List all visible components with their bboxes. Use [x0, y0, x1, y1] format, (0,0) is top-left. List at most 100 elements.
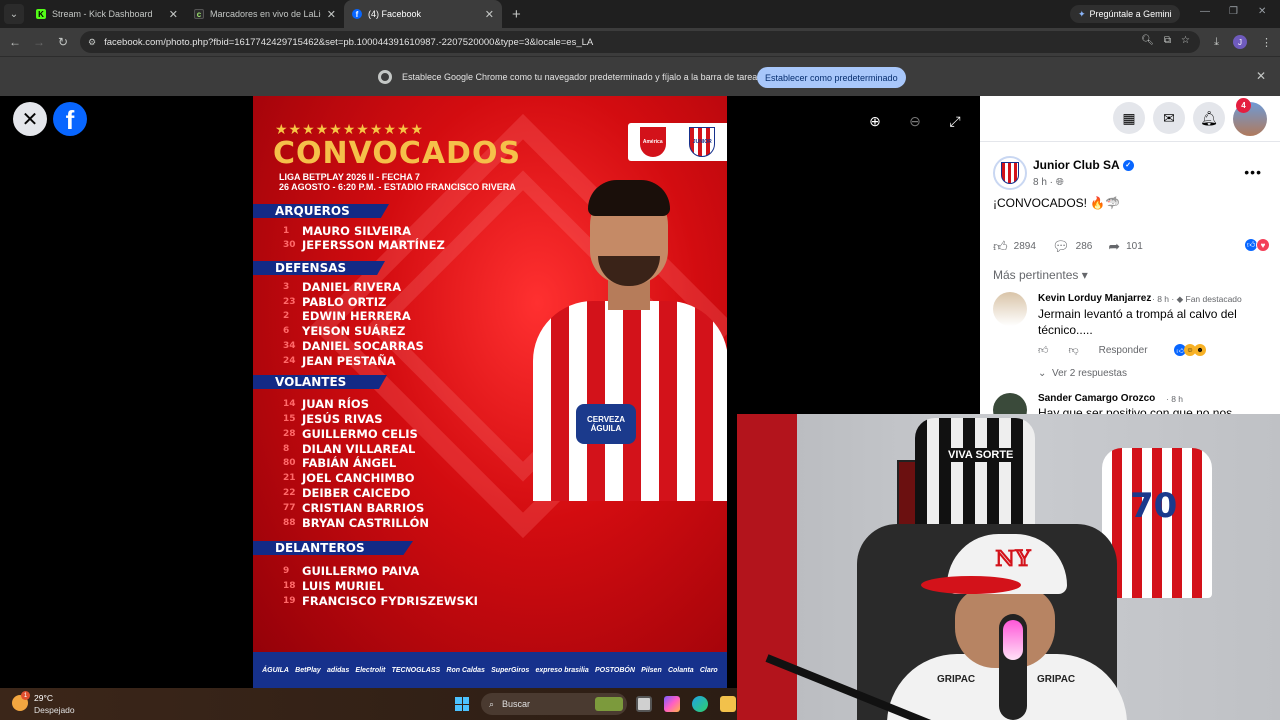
- search-placeholder: Buscar: [502, 699, 531, 709]
- comment-time[interactable]: 8 h: [1171, 394, 1183, 404]
- player-name: CRISTIAN BARRIOS: [302, 500, 425, 515]
- restore-button[interactable]: ❐: [1229, 6, 1238, 17]
- set-default-button[interactable]: Establecer como predeterminado: [757, 67, 906, 88]
- profile-avatar[interactable]: J: [1233, 35, 1247, 49]
- weather-condition[interactable]: Despejado: [34, 705, 75, 715]
- edge-icon[interactable]: [692, 696, 708, 712]
- filter-label[interactable]: Más pertinentes: [993, 268, 1078, 282]
- chevron-down-icon: ⌄: [1038, 368, 1047, 379]
- like-button[interactable]: 👍︎ 2894: [993, 238, 1036, 255]
- messenger-button[interactable]: ✉: [1153, 102, 1185, 134]
- comment-filter[interactable]: Más pertinentes ▾: [993, 268, 1088, 282]
- comment-dislike-icon[interactable]: 👎︎: [1068, 344, 1078, 356]
- comment-reactions[interactable]: 👍︎ ☺ ☻: [1174, 344, 1206, 356]
- sponsor-logo: Electrolit: [355, 666, 386, 674]
- player-number: 30: [283, 239, 296, 250]
- page-avatar[interactable]: [993, 156, 1027, 190]
- reply-button[interactable]: Responder: [1099, 345, 1148, 356]
- sponsor-logo: TECNOGLASS: [391, 666, 441, 674]
- comment-meta: · 8 h · ◆ Fan destacado: [1152, 294, 1242, 304]
- copilot-icon[interactable]: [664, 696, 680, 712]
- post-stats: 👍︎ 2894 💬︎ 286 ➦ 101: [993, 238, 1267, 254]
- cap: ℕ𝕐: [921, 534, 1067, 594]
- post-timestamp[interactable]: 8 h: [1033, 177, 1047, 188]
- player-name: BRYAN CASTRILLÓN: [302, 515, 429, 530]
- comment-author[interactable]: Sander Camargo Orozco: [1038, 393, 1155, 404]
- tab-kick[interactable]: K Stream - Kick Dashboard ✕: [28, 0, 186, 28]
- close-tab-icon[interactable]: ✕: [485, 8, 494, 21]
- comment-author[interactable]: Kevin Lorduy Manjarrez: [1038, 293, 1151, 304]
- comment-actions: 👍︎ 👎︎ Responder: [1038, 344, 1148, 357]
- jersey-sponsor: VIVA SORTE: [945, 448, 1017, 462]
- hanging-jersey-left: VIVA SORTE: [915, 418, 1035, 528]
- notifications-button[interactable]: 🔔︎: [1193, 102, 1225, 134]
- expand-icon: ⤢: [949, 112, 961, 129]
- file-explorer-icon[interactable]: [720, 696, 736, 712]
- chrome-icon: [378, 70, 392, 84]
- address-bar[interactable]: ⚙ facebook.com/photo.php?fbid=1617742429…: [80, 31, 1200, 53]
- shirt-sponsor: GRIPAC: [1037, 674, 1076, 685]
- comment-like-icon[interactable]: 👍︎: [1038, 344, 1048, 356]
- player-number: 3: [283, 281, 290, 292]
- task-view-icon[interactable]: [636, 696, 652, 712]
- commenter-avatar[interactable]: [993, 292, 1027, 326]
- poster-title: CONVOCADOS: [273, 136, 522, 171]
- comment-time[interactable]: 8 h: [1157, 294, 1169, 304]
- verified-icon: ✓: [1122, 160, 1134, 172]
- grid-menu-icon: ▦: [1122, 109, 1136, 126]
- tab-search-button[interactable]: ⌄: [4, 4, 24, 24]
- post-time[interactable]: 8 h · 🌐︎: [1033, 177, 1064, 188]
- taskbar-search[interactable]: ⌕ Buscar: [481, 693, 627, 715]
- share-button[interactable]: ➦ 101: [1108, 238, 1142, 255]
- tab-facebook[interactable]: f (4) Facebook ✕: [344, 0, 502, 28]
- url-text[interactable]: facebook.com/photo.php?fbid=161774242971…: [104, 37, 593, 48]
- reaction-summary[interactable]: 👍︎ ♥: [1244, 238, 1270, 252]
- minimize-button[interactable]: —: [1200, 6, 1210, 17]
- reload-button[interactable]: ↻: [51, 35, 75, 49]
- post-author[interactable]: Junior Club SA ✓: [1033, 158, 1134, 172]
- roster-row: 3 DANIEL RIVERA: [283, 279, 401, 294]
- forward-button[interactable]: →: [27, 35, 51, 49]
- back-button[interactable]: ←: [3, 35, 27, 49]
- roster-row: 28 GUILLERMO CELIS: [283, 426, 418, 441]
- player-number: 22: [283, 487, 296, 498]
- sponsor-logo: SuperGiros: [491, 666, 530, 674]
- section-title: ARQUEROS: [275, 204, 350, 218]
- close-tab-icon[interactable]: ✕: [327, 8, 336, 21]
- download-icon[interactable]: ⤓: [1214, 36, 1219, 49]
- roster-row: 19 FRANCISCO FYDRISZEWSKI: [283, 593, 478, 608]
- close-viewer-button[interactable]: ✕: [13, 102, 47, 136]
- gemini-button[interactable]: ✦ Pregúntale a Gemini: [1070, 5, 1180, 23]
- temperature[interactable]: 29°C: [34, 693, 53, 703]
- replies-label[interactable]: Ver 2 respuestas: [1052, 368, 1127, 379]
- gemini-label: Pregúntale a Gemini: [1089, 9, 1172, 19]
- love-reaction-icon: ♥: [1256, 238, 1270, 252]
- close-window-button[interactable]: ✕: [1258, 6, 1266, 17]
- new-tab-button[interactable]: +: [512, 6, 521, 23]
- player-name: JUAN RÍOS: [302, 396, 369, 411]
- zoom-out-button[interactable]: ⊖: [902, 108, 928, 134]
- close-icon[interactable]: ✕: [1256, 69, 1266, 83]
- ny-logo-icon: ℕ𝕐: [995, 546, 1031, 572]
- tab-title: (4) Facebook: [368, 9, 422, 19]
- zoom-in-button[interactable]: ⊕: [862, 108, 888, 134]
- sponsor-logo: POSTOBÓN: [594, 666, 635, 674]
- more-menu-icon[interactable]: ⋮: [1261, 36, 1272, 49]
- comment-button[interactable]: 💬︎ 286: [1052, 238, 1092, 255]
- zoom-icon[interactable]: 🔍︎: [1141, 35, 1154, 46]
- tab-laliga[interactable]: c Marcadores en vivo de LaLiga ... ✕: [186, 0, 344, 28]
- menu-button[interactable]: ▦: [1113, 102, 1145, 134]
- facebook-logo[interactable]: f: [53, 102, 87, 136]
- view-replies-button[interactable]: ⌄ Ver 2 respuestas: [1038, 368, 1127, 379]
- notification-badge: 4: [1236, 98, 1251, 113]
- roster-row: 77 CRISTIAN BARRIOS: [283, 500, 424, 515]
- site-info-icon[interactable]: ⚙: [88, 37, 96, 48]
- close-tab-icon[interactable]: ✕: [169, 8, 178, 21]
- install-icon[interactable]: ⧉: [1164, 35, 1171, 46]
- windows-start-icon[interactable]: [455, 697, 469, 711]
- shirt-sponsor: GRIPAC: [937, 674, 976, 685]
- author-name[interactable]: Junior Club SA: [1033, 158, 1120, 172]
- post-options-button[interactable]: •••: [1244, 164, 1262, 180]
- fullscreen-button[interactable]: ⤢: [942, 108, 968, 134]
- bookmark-star-icon[interactable]: ☆: [1181, 35, 1190, 46]
